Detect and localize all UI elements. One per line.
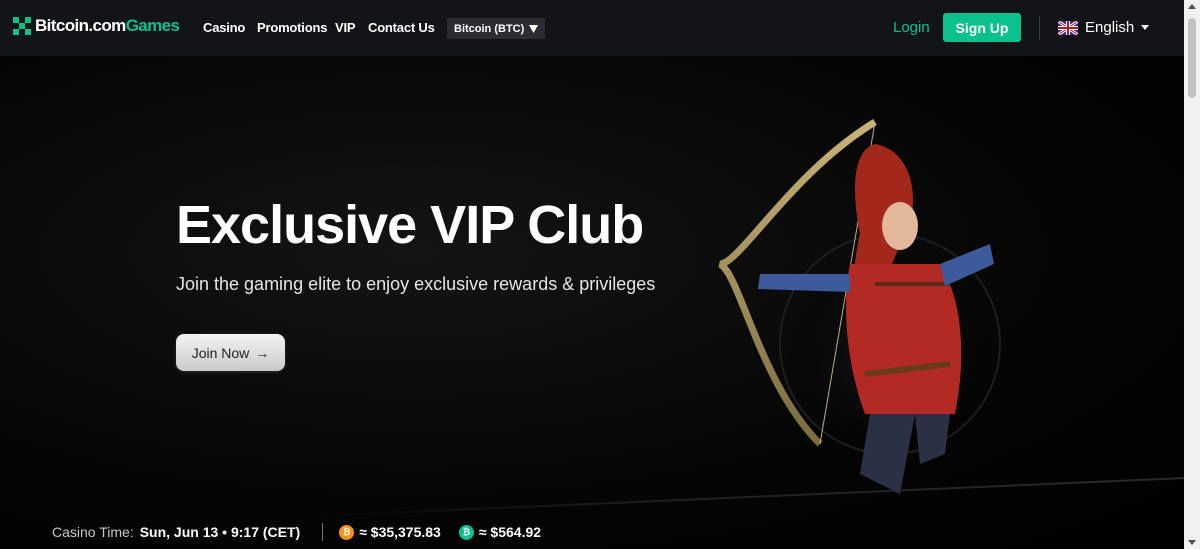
btc-price: ≈ $35,375.83 [359,524,441,540]
hero-title: Exclusive VIP Club [176,195,644,255]
bitcoin-cash-icon: ₿ [458,524,474,540]
ticker-divider [322,523,324,541]
hero-subtitle: Join the gaming elite to enjoy exclusive… [176,274,656,294]
signup-button[interactable]: Sign Up [943,13,1021,42]
casino-time-value: Sun, Jun 13 • 9:17 (CET) [139,524,301,540]
site-logo[interactable]: Bitcoin.comGames [13,16,180,36]
currency-selector[interactable]: Bitcoin (BTC) [447,18,546,39]
caret-down-icon [529,24,539,33]
currency-selector-label: Bitcoin (BTC) [454,22,525,35]
logo-mark-icon [13,17,31,35]
scroll-down-arrow-icon[interactable] [1188,540,1196,545]
bch-price: ≈ $564.92 [478,524,542,540]
uk-flag-icon [1058,20,1078,35]
language-label: English [1085,19,1135,36]
archer-illustration [717,119,1001,494]
casino-ticker: Casino Time: Sun, Jun 13 • 9:17 (CET) ₿ … [52,523,559,541]
join-now-button[interactable]: Join Now → [176,334,285,371]
logo-accent: Games [125,16,180,35]
caret-down-icon [1141,25,1150,30]
page-scrollbar[interactable] [1184,0,1200,549]
scroll-up-arrow-icon[interactable] [1188,4,1196,9]
logo-text: Bitcoin.comGames [35,16,180,36]
bitcoin-icon: ₿ [339,524,355,540]
nav-divider [1039,16,1040,40]
login-link[interactable]: Login [893,19,930,36]
nav-link-promotions[interactable]: Promotions [257,20,327,35]
logo-main: Bitcoin.com [35,16,126,35]
hero-banner: Exclusive VIP Club Join the gaming elite… [0,56,1184,549]
nav-link-vip[interactable]: VIP [335,20,356,35]
arrow-right-icon: → [255,344,270,361]
nav-link-contact-us[interactable]: Contact Us [368,20,435,35]
scroll-thumb[interactable] [1188,18,1196,98]
nav-link-casino[interactable]: Casino [203,20,245,35]
join-now-label: Join Now [191,344,250,361]
language-selector[interactable]: English [1058,19,1150,36]
casino-time-label: Casino Time: [52,524,134,540]
top-nav: Bitcoin.comGames Casino Promotions VIP C… [0,0,1184,56]
